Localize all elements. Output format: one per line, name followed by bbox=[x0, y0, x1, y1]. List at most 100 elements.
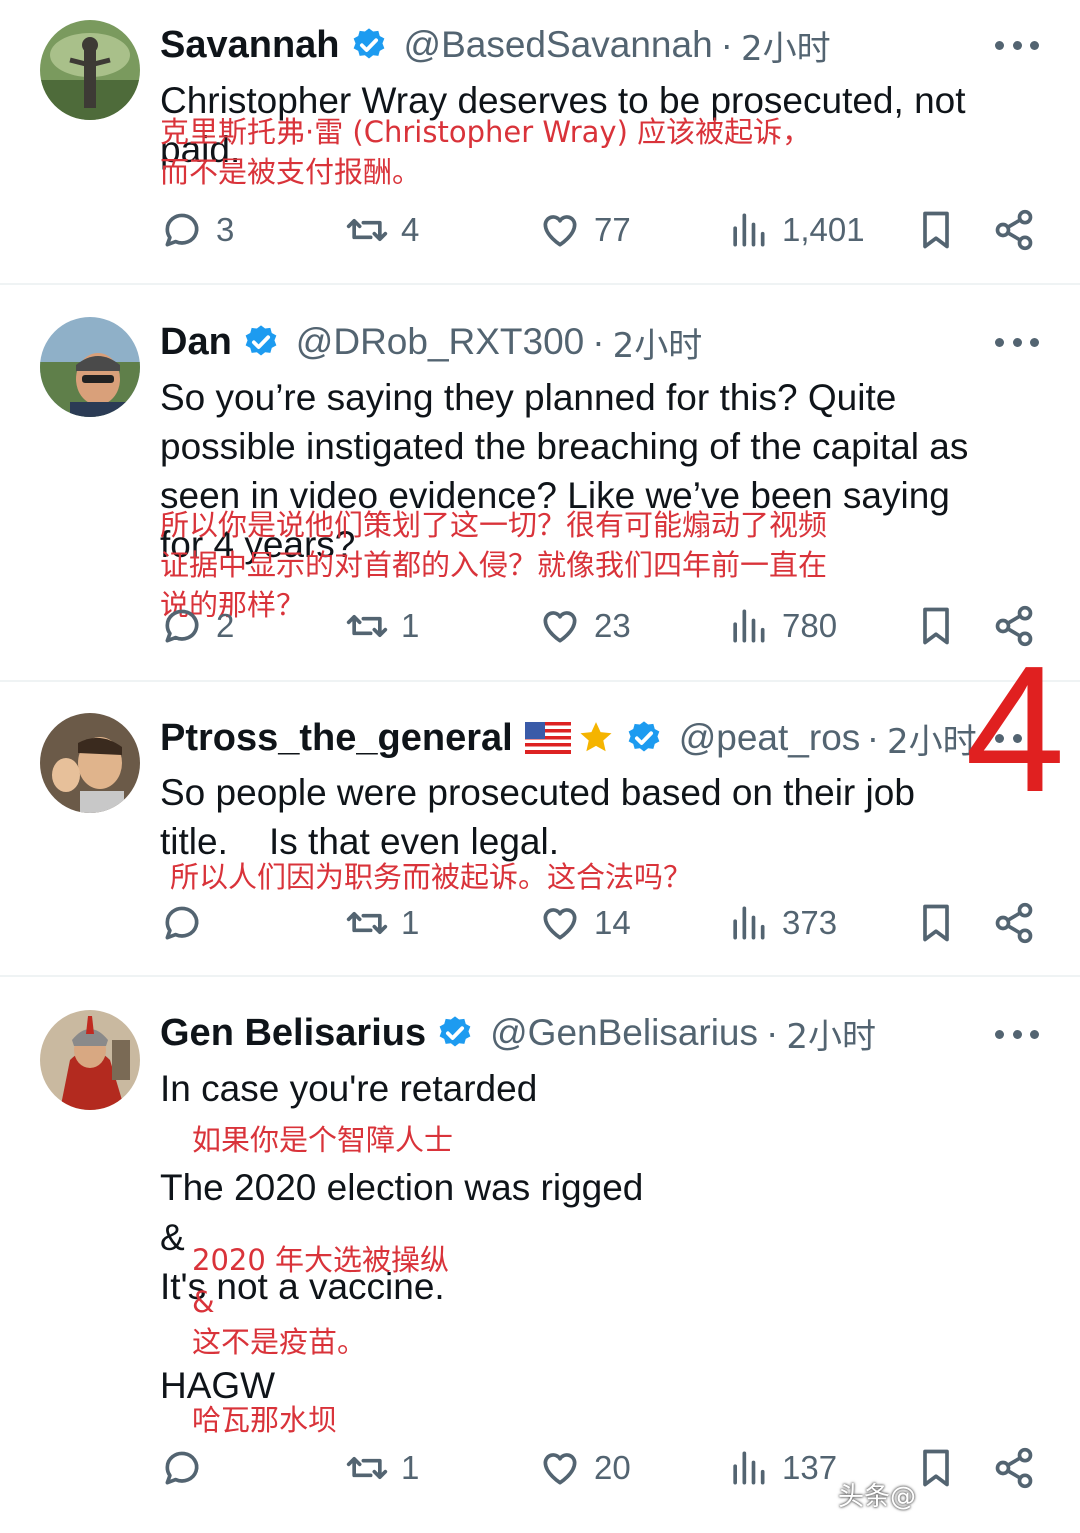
tweet-1[interactable]: Savannah @BasedSavannah · 2小时 Christophe… bbox=[0, 20, 1080, 280]
view-count: 780 bbox=[782, 607, 838, 644]
user-handle[interactable]: @DRob_RXT300 bbox=[296, 321, 584, 363]
repost-icon bbox=[346, 912, 388, 934]
tweet-text-line: So you’re saying they planned for this? … bbox=[160, 377, 897, 418]
views-icon bbox=[733, 906, 765, 940]
divider bbox=[0, 975, 1080, 977]
reply-button[interactable]: 2 bbox=[160, 601, 234, 651]
timestamp[interactable]: 2小时 bbox=[741, 21, 831, 70]
bookmark-button[interactable] bbox=[914, 601, 958, 651]
translation-line: & bbox=[192, 1285, 215, 1319]
repost-count: 1 bbox=[401, 1449, 420, 1486]
reply-count: 2 bbox=[216, 607, 235, 644]
repost-button[interactable]: 1 bbox=[345, 601, 419, 651]
verified-icon bbox=[439, 1016, 471, 1047]
tweet-text-line: & bbox=[160, 1217, 185, 1258]
display-name[interactable]: Ptross_the_general bbox=[160, 717, 513, 760]
timestamp[interactable]: 2小时 bbox=[887, 714, 977, 763]
share-icon bbox=[995, 209, 1033, 251]
timestamp[interactable]: 2小时 bbox=[613, 318, 703, 367]
translation-text: 克里斯托弗·雷 (Christopher Wray) 应该被起诉， 而不是被支付… bbox=[160, 112, 811, 192]
view-count: 1,401 bbox=[782, 211, 865, 248]
reply-icon bbox=[165, 609, 199, 643]
bookmark-button[interactable] bbox=[914, 205, 958, 255]
like-count: 77 bbox=[594, 211, 631, 248]
action-bar: 3 4 77 1,401 bbox=[0, 205, 1080, 255]
action-bar: 1 14 373 bbox=[0, 898, 1080, 948]
tweet-header: Ptross_the_general @peat_ros · 2小时 bbox=[160, 713, 977, 763]
views-button[interactable]: 1,401 bbox=[726, 205, 865, 255]
avatar[interactable] bbox=[40, 713, 140, 813]
display-name[interactable]: Dan bbox=[160, 321, 232, 364]
translation-line: 而不是被支付报酬。 bbox=[160, 155, 422, 189]
user-handle[interactable]: @peat_ros bbox=[679, 717, 859, 759]
divider bbox=[0, 283, 1080, 285]
display-name[interactable]: Gen Belisarius bbox=[160, 1012, 426, 1055]
more-options-icon[interactable] bbox=[995, 37, 1039, 53]
reply-button[interactable] bbox=[160, 898, 216, 948]
display-name[interactable]: Savannah bbox=[160, 24, 340, 67]
tweet-2[interactable]: Dan @DRob_RXT300 · 2小时 So you’re saying … bbox=[0, 317, 1080, 657]
reply-count: 3 bbox=[216, 211, 235, 248]
repost-count: 4 bbox=[401, 211, 420, 248]
tweet-text-line: In case you're retarded bbox=[160, 1068, 538, 1109]
user-handle[interactable]: @BasedSavannah bbox=[404, 24, 713, 66]
translation-line: 这不是疫苗。 bbox=[192, 1325, 367, 1359]
action-bar: 2 1 23 780 bbox=[0, 601, 1080, 651]
verified-icon bbox=[353, 28, 384, 59]
like-button[interactable]: 14 bbox=[538, 898, 631, 948]
views-button[interactable]: 780 bbox=[726, 601, 837, 651]
views-button[interactable]: 373 bbox=[726, 898, 837, 948]
repost-button[interactable]: 4 bbox=[345, 205, 419, 255]
like-button[interactable]: 77 bbox=[538, 205, 631, 255]
tweet-3[interactable]: Ptross_the_general @peat_ros · 2小时 So pe… bbox=[0, 710, 1080, 950]
share-icon bbox=[995, 902, 1033, 944]
translation-line: 所以人们因为职务而被起诉。这合法吗？ bbox=[170, 860, 693, 894]
share-button[interactable] bbox=[992, 898, 1036, 948]
more-options-icon[interactable] bbox=[995, 334, 1039, 350]
views-button[interactable]: 137 bbox=[726, 1443, 837, 1493]
tweet-header: Dan @DRob_RXT300 · 2小时 bbox=[160, 317, 702, 367]
views-icon bbox=[733, 213, 765, 247]
tweet-text-line: possible instigated the breaching of the… bbox=[160, 426, 969, 467]
timestamp[interactable]: 2小时 bbox=[786, 1009, 876, 1058]
repost-count: 1 bbox=[401, 607, 420, 644]
bookmark-icon bbox=[923, 607, 949, 645]
avatar[interactable] bbox=[40, 317, 140, 417]
repost-button[interactable]: 1 bbox=[345, 898, 419, 948]
separator-dot: · bbox=[866, 717, 880, 758]
repost-icon bbox=[346, 615, 388, 637]
bookmark-icon bbox=[923, 1449, 949, 1487]
reply-icon bbox=[165, 906, 199, 940]
bookmark-icon bbox=[923, 904, 949, 942]
repost-icon bbox=[346, 1457, 388, 1479]
tweet-header: Gen Belisarius @GenBelisarius · 2小时 bbox=[160, 1008, 876, 1058]
separator-dot: · bbox=[720, 24, 733, 65]
share-button[interactable] bbox=[992, 205, 1036, 255]
tweet-text-line: So people were prosecuted based on their… bbox=[160, 772, 915, 813]
repost-icon bbox=[346, 219, 388, 241]
views-icon bbox=[733, 1451, 765, 1485]
tweet-4[interactable]: Gen Belisarius @GenBelisarius · 2小时 In c… bbox=[0, 1008, 1080, 1528]
translation-line: 如果你是个智障人士 bbox=[192, 1123, 454, 1157]
translation-text: 所以人们因为职务而被起诉。这合法吗？ bbox=[170, 857, 692, 897]
verified-icon bbox=[245, 325, 277, 356]
more-options-icon[interactable] bbox=[995, 1026, 1039, 1042]
bookmark-button[interactable] bbox=[914, 1443, 958, 1493]
view-count: 373 bbox=[782, 904, 838, 941]
like-button[interactable]: 23 bbox=[538, 601, 631, 651]
user-handle[interactable]: @GenBelisarius bbox=[490, 1012, 758, 1054]
translation-line: 证据中显示的对首都的入侵？就像我们四年前一直在 bbox=[160, 548, 828, 582]
bookmark-button[interactable] bbox=[914, 898, 958, 948]
avatar[interactable] bbox=[40, 1010, 140, 1110]
reply-button[interactable] bbox=[160, 1443, 216, 1493]
repost-button[interactable]: 1 bbox=[345, 1443, 419, 1493]
tweet-text: So people were prosecuted based on their… bbox=[160, 768, 915, 866]
heart-icon bbox=[543, 215, 577, 247]
view-count: 137 bbox=[782, 1449, 838, 1486]
avatar[interactable] bbox=[40, 20, 140, 120]
reply-button[interactable]: 3 bbox=[160, 205, 234, 255]
watermark: 头条@ bbox=[838, 1482, 917, 1512]
heart-icon bbox=[543, 1453, 577, 1485]
share-button[interactable] bbox=[992, 1443, 1036, 1493]
like-button[interactable]: 20 bbox=[538, 1443, 631, 1493]
